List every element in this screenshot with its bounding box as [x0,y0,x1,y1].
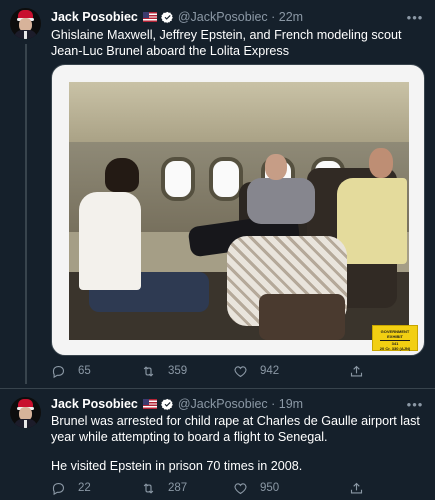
person [337,178,407,264]
tweet[interactable]: Jack Posobiec @JackPosobiec · 19m ••• Br… [0,388,435,500]
side-table [259,294,345,340]
tweet-media[interactable]: GOVERNMENT EXHIBIT 341 20 Cr. 330 (AJN) [51,64,425,356]
share-icon [350,482,363,493]
retweet-button[interactable]: 287 [141,479,187,497]
us-flag-icon [142,399,157,409]
like-button[interactable]: 942 [233,362,279,380]
avatar[interactable] [10,8,41,39]
tweet[interactable]: Jack Posobiec @JackPosobiec · 22m ••• Gh… [0,0,435,388]
tweet-header: Jack Posobiec @JackPosobiec · 22m [51,9,303,25]
person [247,178,315,224]
person-head [105,158,139,192]
us-flag-icon [142,12,157,22]
verified-icon [160,398,173,410]
tweet-text: He visited Epstein in prison 70 times in… [51,459,303,473]
like-icon [234,365,247,377]
cabin-window [161,157,195,201]
tweet-text: Brunel was arrested for child rape at Ch… [51,414,420,444]
tweet-text: Ghislaine Maxwell, Jeffrey Epstein, and … [51,28,402,58]
author-name[interactable]: Jack Posobiec [51,10,138,24]
photo [69,82,409,340]
reply-icon [52,482,65,495]
reply-icon [52,365,65,378]
share-button[interactable] [349,479,364,497]
author-name[interactable]: Jack Posobiec [51,397,138,411]
like-icon [234,482,247,494]
retweet-count: 359 [168,365,188,377]
cabin-window [209,157,243,201]
tweet-actions: 22 287 950 [51,479,411,497]
like-count: 950 [260,482,280,494]
tweet-actions: 65 359 942 [51,362,411,380]
retweet-icon [143,365,154,377]
share-button[interactable] [349,362,364,380]
retweet-icon [143,482,154,494]
retweet-button[interactable]: 359 [141,362,187,380]
avatar[interactable] [10,397,41,428]
tweet-header: Jack Posobiec @JackPosobiec · 19m [51,396,303,412]
reply-button[interactable]: 22 [51,479,91,497]
person [79,192,141,290]
person-head [265,154,287,180]
more-icon[interactable]: ••• [407,396,423,412]
handle-time[interactable]: @JackPosobiec · 19m [178,397,303,411]
avatar-tie [24,420,27,428]
reply-count: 22 [78,482,91,494]
exhibit-label: EXHIBIT [387,334,403,339]
share-icon [350,365,363,376]
like-button[interactable]: 950 [233,479,279,497]
more-icon[interactable]: ••• [407,9,423,25]
avatar-tie [24,31,27,39]
like-count: 942 [260,365,280,377]
handle-time[interactable]: @JackPosobiec · 22m [178,10,303,24]
verified-icon [160,11,173,23]
cabin-ceiling [69,82,409,142]
exhibit-case: 20 Cr. 330 (AJN) [379,346,411,351]
reply-button[interactable]: 65 [51,362,91,380]
thread-line [25,44,27,384]
exhibit-sticker: GOVERNMENT EXHIBIT 341 20 Cr. 330 (AJN) [372,325,418,351]
person-head [369,148,393,178]
retweet-count: 287 [168,482,188,494]
reply-count: 65 [78,365,91,377]
